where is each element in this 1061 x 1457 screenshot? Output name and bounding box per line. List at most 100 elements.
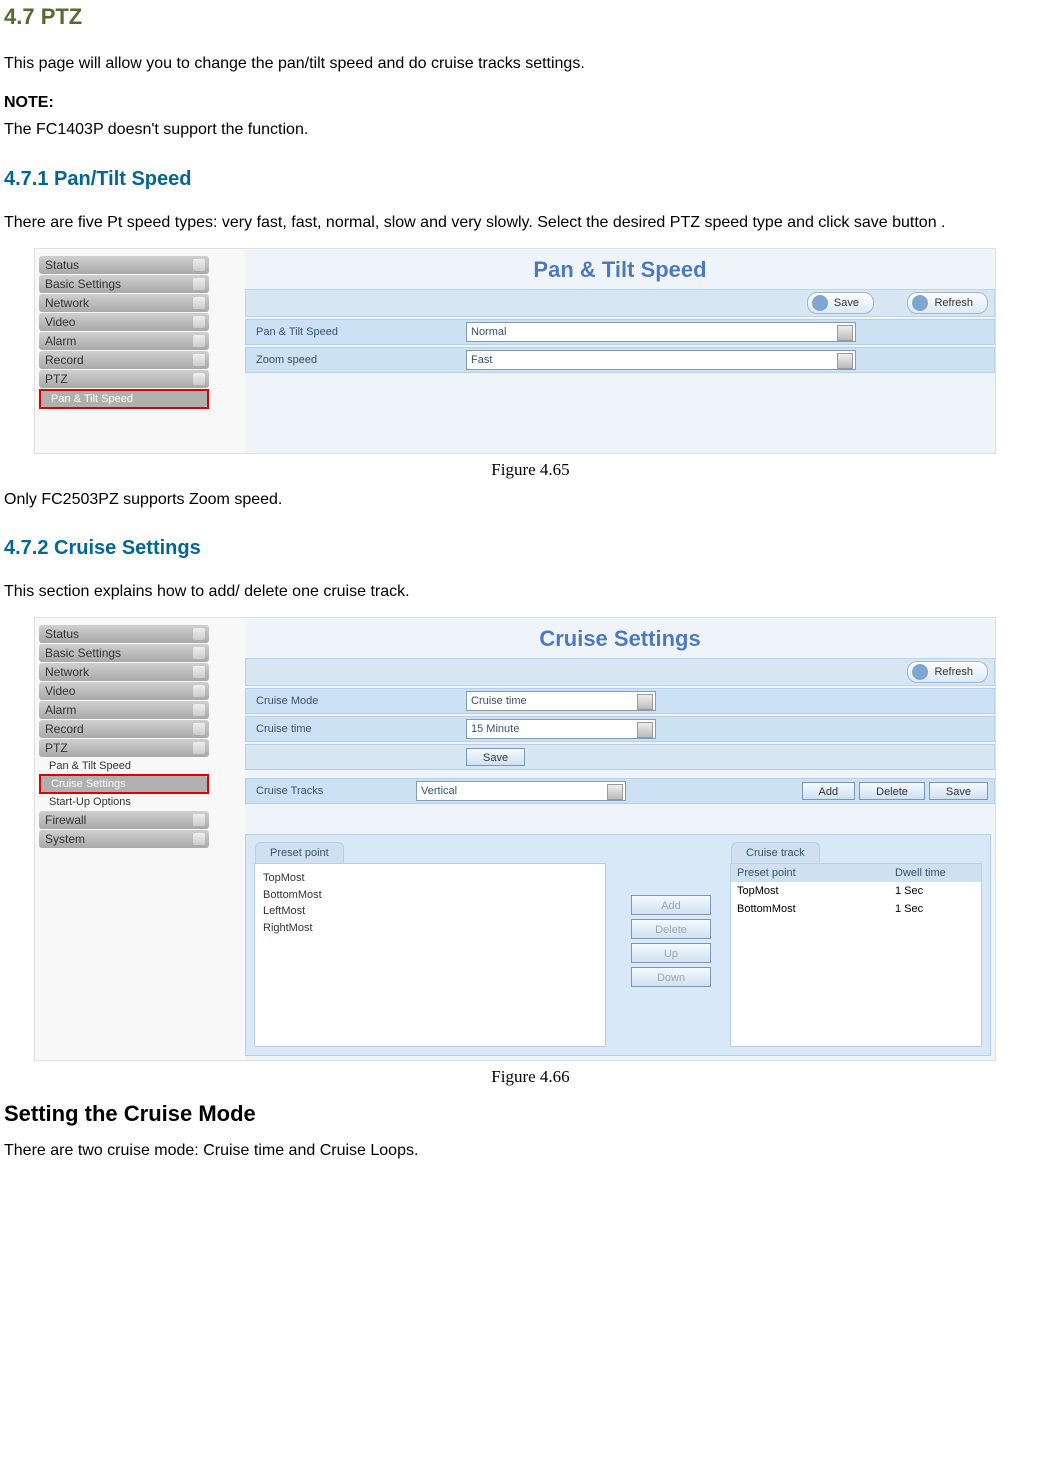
preset-item[interactable]: TopMost [263, 870, 597, 887]
pantilt-speed-select[interactable]: Normal [466, 322, 856, 342]
select-value: Normal [471, 326, 506, 338]
cruise-mode-select[interactable]: Cruise time [466, 691, 656, 711]
figure-caption-66: Figure 4.66 [4, 1067, 1057, 1087]
track-cell-dwell: 1 Sec [889, 900, 981, 918]
chevron-icon [193, 833, 205, 845]
track-table[interactable]: Cruise track Preset point Dwell time Top… [730, 863, 982, 1047]
save-track-button[interactable]: Save [929, 782, 988, 800]
select-value: Fast [471, 354, 492, 366]
cruise-intro: This section explains how to add/ delete… [4, 578, 1057, 605]
add-button[interactable]: Add [802, 782, 856, 800]
highlight-box: Pan & Tilt Speed [39, 389, 209, 409]
sidebar-item-record[interactable]: Record [39, 720, 209, 738]
main-area: Cruise Settings Refresh Cruise Mode Crui… [245, 618, 995, 1060]
row-pantilt-speed: Pan & Tilt Speed Normal [245, 319, 995, 345]
intro-paragraph: This page will allow you to change the p… [4, 50, 1057, 77]
sidebar-item-alarm[interactable]: Alarm [39, 701, 209, 719]
sidebar-item-status[interactable]: Status [39, 256, 209, 274]
sidebar-item-network[interactable]: Network [39, 294, 209, 312]
select-value: Cruise time [471, 695, 527, 707]
heading-4-7-1: 4.7.1 Pan/Tilt Speed [4, 168, 1057, 191]
sidebar-item-basic[interactable]: Basic Settings [39, 644, 209, 662]
sidebar-item-label: Record [45, 722, 84, 736]
action-row: Save Refresh [245, 289, 995, 317]
cruise-time-select[interactable]: 15 Minute [466, 719, 656, 739]
field-label: Cruise time [246, 723, 466, 735]
sidebar-item-video[interactable]: Video [39, 682, 209, 700]
sidebar-sub-cruise[interactable]: Cruise Settings [41, 776, 207, 792]
sidebar-item-basic[interactable]: Basic Settings [39, 275, 209, 293]
sidebar-item-label: Basic Settings [45, 646, 121, 660]
sidebar-item-system[interactable]: System [39, 830, 209, 848]
field-label: Pan & Tilt Speed [246, 326, 466, 338]
heading-4-7-2: 4.7.2 Cruise Settings [4, 537, 1057, 560]
panel-title: Cruise Settings [245, 618, 995, 652]
refresh-button[interactable]: Refresh [907, 661, 988, 683]
row-cruise-time: Cruise time 15 Minute [245, 716, 995, 742]
chevron-icon [193, 297, 205, 309]
row-save: Save [245, 744, 995, 770]
screenshot-cruise: Status Basic Settings Network Video Alar… [34, 617, 996, 1061]
chevron-icon [193, 316, 205, 328]
sidebar-item-label: Alarm [45, 334, 76, 348]
dropdown-icon [637, 722, 653, 738]
mid-up-button[interactable]: Up [631, 943, 711, 963]
mid-down-button[interactable]: Down [631, 967, 711, 987]
sidebar: Status Basic Settings Network Video Alar… [39, 255, 209, 409]
action-row: Refresh [245, 658, 995, 686]
sidebar-sub-pantilt[interactable]: Pan & Tilt Speed [41, 391, 207, 407]
select-value: Vertical [421, 785, 457, 797]
preset-item[interactable]: BottomMost [263, 887, 597, 904]
button-label: Refresh [934, 666, 973, 678]
preset-list[interactable]: Preset point TopMost BottomMost LeftMost… [254, 863, 606, 1047]
sidebar-item-firewall[interactable]: Firewall [39, 811, 209, 829]
track-col-dwell: Dwell time [889, 864, 981, 882]
sidebar-item-ptz[interactable]: PTZ [39, 370, 209, 388]
sidebar-item-video[interactable]: Video [39, 313, 209, 331]
mid-delete-button[interactable]: Delete [631, 919, 711, 939]
field-label: Zoom speed [246, 354, 466, 366]
sidebar-item-alarm[interactable]: Alarm [39, 332, 209, 350]
move-buttons: Add Delete Up Down [626, 891, 716, 991]
sidebar-item-label: Status [45, 627, 79, 641]
sidebar-item-label: Basic Settings [45, 277, 121, 291]
sidebar-item-record[interactable]: Record [39, 351, 209, 369]
preset-item[interactable]: RightMost [263, 920, 597, 937]
dropdown-icon [837, 353, 853, 369]
track-cell-dwell: 1 Sec [889, 882, 981, 900]
heading-setting-cruise-mode: Setting the Cruise Mode [4, 1101, 1057, 1127]
mid-add-button[interactable]: Add [631, 895, 711, 915]
track-cell-preset: BottomMost [731, 900, 889, 918]
main-area: Pan & Tilt Speed Save Refresh Pan & Tilt… [245, 249, 995, 453]
delete-button[interactable]: Delete [859, 782, 925, 800]
select-value: 15 Minute [471, 723, 519, 735]
sidebar-item-label: Alarm [45, 703, 76, 717]
save-button[interactable]: Save [807, 292, 874, 314]
sidebar-item-label: Firewall [45, 813, 86, 827]
chevron-icon [193, 647, 205, 659]
chevron-icon [193, 259, 205, 271]
sidebar-item-ptz[interactable]: PTZ [39, 739, 209, 757]
figure-caption-65: Figure 4.65 [4, 460, 1057, 480]
chevron-icon [193, 628, 205, 640]
dropdown-icon [837, 325, 853, 341]
sidebar-sub-startup[interactable]: Start-Up Options [39, 794, 209, 810]
refresh-button[interactable]: Refresh [907, 292, 988, 314]
cruise-tracks-select[interactable]: Vertical [416, 781, 626, 801]
zoom-speed-select[interactable]: Fast [466, 350, 856, 370]
sidebar-item-status[interactable]: Status [39, 625, 209, 643]
chevron-icon [193, 814, 205, 826]
chevron-icon [193, 723, 205, 735]
sidebar-item-network[interactable]: Network [39, 663, 209, 681]
screenshot-pantilt: Status Basic Settings Network Video Alar… [34, 248, 996, 454]
save-button[interactable]: Save [466, 748, 525, 766]
dropdown-icon [607, 784, 623, 800]
sidebar-item-label: Video [45, 315, 75, 329]
preset-item[interactable]: LeftMost [263, 903, 597, 920]
note-block: NOTE: The FC1403P doesn't support the fu… [4, 89, 1057, 143]
panel-title: Pan & Tilt Speed [245, 249, 995, 283]
field-label: Cruise Mode [246, 695, 466, 707]
row-zoom-speed: Zoom speed Fast [245, 347, 995, 373]
sidebar-sub-pantilt[interactable]: Pan & Tilt Speed [39, 758, 209, 774]
sidebar-item-label: System [45, 832, 85, 846]
